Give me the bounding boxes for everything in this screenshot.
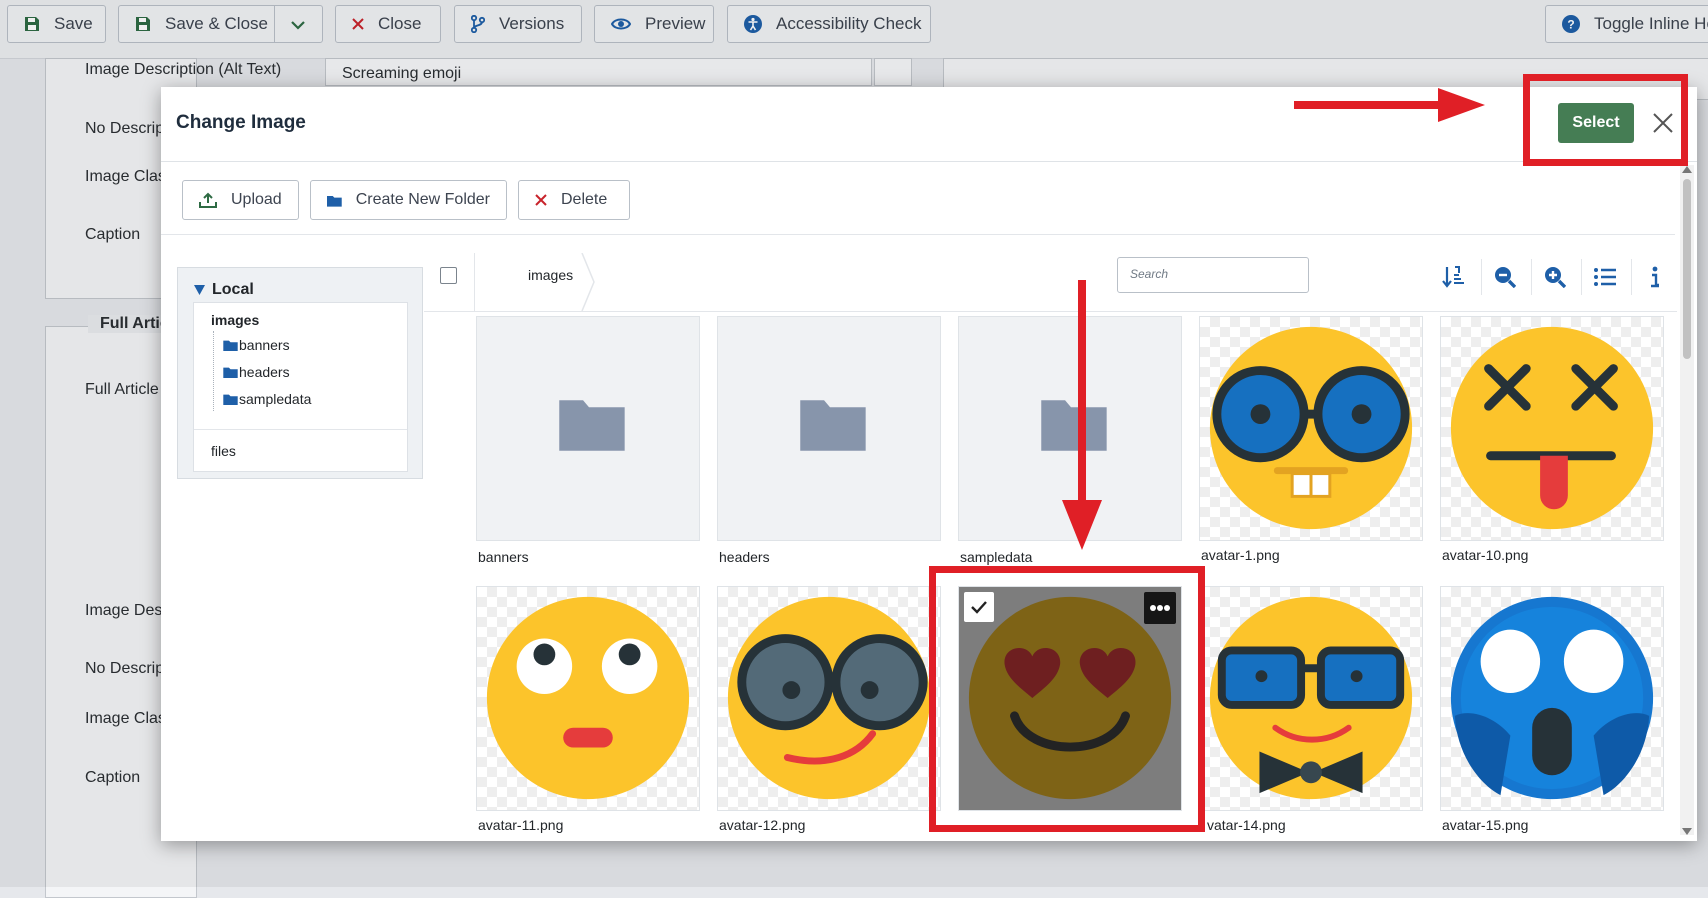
screaming-emoji-icon	[1450, 596, 1654, 800]
image-tile-avatar-10[interactable]	[1440, 316, 1664, 541]
image-tile-avatar-11[interactable]	[476, 586, 700, 811]
image-tile-avatar-14[interactable]	[1199, 586, 1423, 811]
tree-guide	[213, 331, 215, 411]
tree-label: headers	[239, 364, 290, 380]
breadcrumb-chevron	[581, 253, 595, 311]
folder-icon	[800, 400, 866, 451]
annotation-arrow-down	[1062, 280, 1102, 550]
tile-label-avatar-14: vatar-14.png	[1207, 817, 1286, 833]
modal-title: Change Image	[176, 112, 306, 133]
folder-icon	[559, 400, 625, 451]
annotation-arrow-right	[1294, 88, 1485, 122]
delete-button[interactable]: Delete	[518, 180, 630, 220]
tile-label-avatar-11: avatar-11.png	[478, 817, 564, 833]
tree-item-images[interactable]: images	[211, 312, 259, 328]
tile-label-avatar-1: avatar-1.png	[1201, 547, 1280, 563]
folder-tree: Local images banners headers sampledata …	[177, 267, 423, 479]
tile-label-banners: banners	[478, 549, 529, 565]
annotation-select-highlight	[1523, 74, 1688, 166]
tree-item-banners[interactable]: banners	[223, 337, 290, 355]
breadcrumb-images[interactable]: images	[528, 267, 573, 283]
list-view-icon[interactable]	[1581, 259, 1628, 295]
search-input[interactable]: Search	[1117, 257, 1309, 293]
bowtie-emoji-icon	[1209, 596, 1413, 800]
upload-icon	[199, 192, 217, 208]
tree-divider	[194, 429, 407, 430]
tree-inner: images banners headers sampledata files	[193, 302, 408, 472]
sort-icon[interactable]	[1431, 259, 1477, 295]
image-tile-avatar-12[interactable]	[717, 586, 941, 811]
delete-icon	[535, 194, 547, 206]
tree-item-headers[interactable]: headers	[223, 364, 290, 382]
scroll-up-icon[interactable]	[1682, 165, 1692, 173]
zoom-out-icon[interactable]	[1481, 259, 1528, 295]
upload-label: Upload	[231, 191, 282, 208]
tree-item-sampledata[interactable]: sampledata	[223, 391, 311, 409]
annotation-selected-image-highlight	[929, 566, 1205, 832]
folder-icon	[223, 340, 238, 351]
tile-label-avatar-12: avatar-12.png	[719, 817, 806, 833]
create-folder-label: Create New Folder	[355, 191, 490, 208]
select-all-checkbox[interactable]	[440, 267, 457, 284]
sunglasses-emoji-icon	[727, 596, 931, 800]
tree-root-local[interactable]: Local	[212, 281, 254, 299]
tile-label-sampledata: sampledata	[960, 549, 1033, 565]
create-folder-button[interactable]: Create New Folder	[310, 180, 507, 220]
scroll-down-icon[interactable]	[1682, 828, 1692, 836]
caret-down-icon[interactable]	[194, 285, 205, 295]
image-tile-avatar-1[interactable]	[1199, 316, 1423, 541]
tree-label: sampledata	[239, 391, 312, 407]
folder-icon	[223, 394, 238, 405]
delete-label: Delete	[561, 191, 608, 208]
zoom-in-icon[interactable]	[1531, 259, 1578, 295]
bar-divider	[474, 253, 475, 311]
folder-tile-banners[interactable]	[476, 316, 700, 541]
rolling-eyes-emoji-icon	[486, 596, 690, 800]
info-icon[interactable]	[1631, 259, 1678, 295]
folder-icon	[327, 195, 342, 207]
folder-icon	[223, 367, 238, 378]
scrollbar-thumb[interactable]	[1683, 179, 1691, 359]
tile-label-headers: headers	[719, 549, 770, 565]
tile-label-avatar-10: avatar-10.png	[1442, 547, 1529, 563]
folder-tile-headers[interactable]	[717, 316, 941, 541]
tree-item-files[interactable]: files	[211, 443, 236, 459]
tile-label-avatar-15: avatar-15.png	[1442, 817, 1529, 833]
tree-label: banners	[239, 337, 290, 353]
upload-button[interactable]: Upload	[182, 180, 299, 220]
nerd-emoji-icon	[1209, 326, 1413, 530]
image-tile-avatar-15[interactable]	[1440, 586, 1664, 811]
dizzy-emoji-icon	[1450, 326, 1654, 530]
